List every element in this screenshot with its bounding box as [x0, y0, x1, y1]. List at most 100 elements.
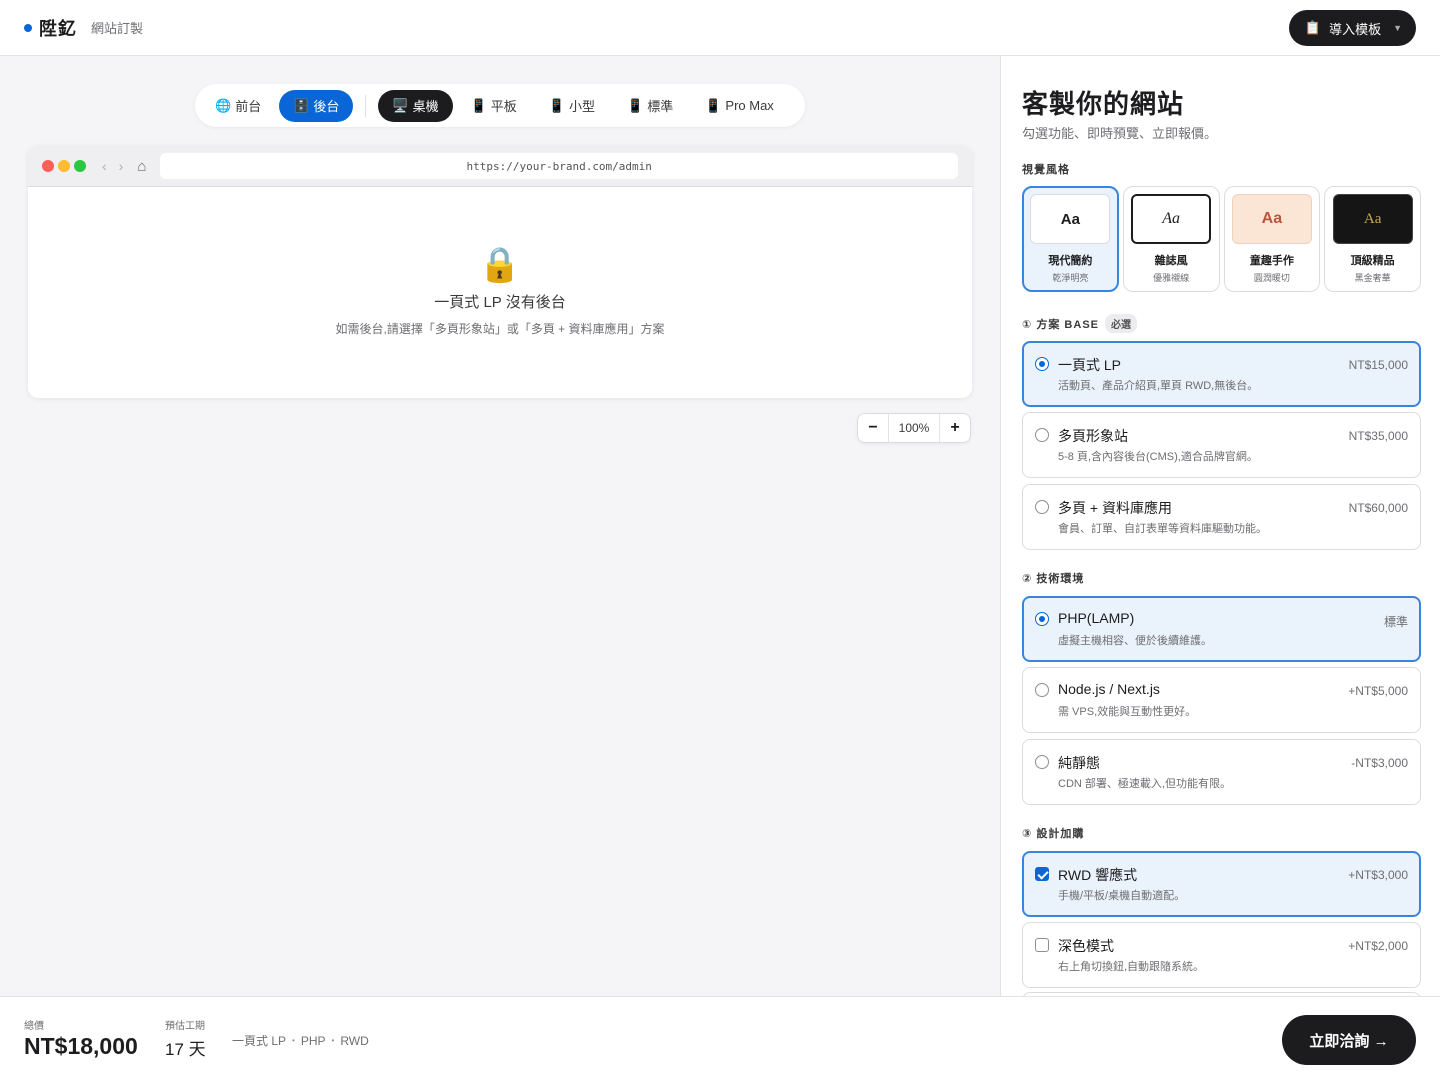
- option-desc: CDN 部署、極速載入,但功能有限。: [1058, 778, 1231, 790]
- style-desc: 黑金奢華: [1354, 273, 1391, 283]
- option-desc: 右上角切換鈕,自動跟隨系統。: [1058, 961, 1205, 973]
- base-section-label: ① 方案 BASE 必選: [1022, 314, 1137, 333]
- back-icon: ‹: [102, 158, 107, 174]
- device-tablet[interactable]: 📱 平板: [457, 90, 531, 122]
- device-pro-max-label: Pro Max: [725, 98, 774, 113]
- device-switcher: 🌐 前台 🗄️ 後台 🖥️ 桌機 📱 平板 📱 小型 📱 標準 📱 Pro Ma…: [195, 84, 805, 127]
- option-name: 多頁 + 資料庫應用: [1058, 500, 1172, 516]
- plan-option-database[interactable]: 多頁 + 資料庫應用 會員、訂單、自訂表單等資料庫驅動功能。 NT$60,000: [1022, 484, 1421, 550]
- brand-dot-icon: [24, 23, 32, 32]
- radio-button[interactable]: [1035, 428, 1049, 442]
- option-price: +NT$3,000: [1348, 868, 1408, 882]
- duration-value: 17 天: [165, 1040, 206, 1059]
- browser-mockup: ‹ › ⌂ https://your-brand.com/admin 🔒 一頁式…: [28, 146, 972, 398]
- device-desktop-label: 桌機: [412, 99, 439, 114]
- style-card-luxury[interactable]: Aa 頂級精品 黑金奢華: [1324, 186, 1422, 292]
- mobile-icon: 📱: [627, 97, 644, 113]
- tech-option-php[interactable]: PHP(LAMP) 虛擬主機相容、便於後續維護。 標準: [1022, 596, 1421, 662]
- option-name: 純靜態: [1058, 755, 1100, 771]
- summary-separator: •: [331, 1036, 335, 1045]
- style-name: 現代簡約: [1048, 255, 1093, 267]
- tab-backend-label: 後台: [313, 99, 340, 114]
- style-picker: Aa 現代簡約 乾淨明亮 Aa 雜誌風 優雅襯線 Aa 童趣手作 圓潤暖切 Aa…: [1022, 186, 1422, 292]
- option-name: Node.js / Next.js: [1058, 681, 1160, 697]
- tech-option-static[interactable]: 純靜態 CDN 部署、極速載入,但功能有限。 -NT$3,000: [1022, 739, 1421, 805]
- device-small[interactable]: 📱 小型: [535, 90, 609, 122]
- browser-chrome: ‹ › ⌂ https://your-brand.com/admin: [28, 146, 972, 187]
- tech-section-title: ② 技術環境: [1022, 573, 1085, 585]
- summary-item: PHP: [300, 1033, 326, 1048]
- required-badge: 必選: [1105, 314, 1137, 333]
- device-small-label: 小型: [569, 99, 596, 114]
- summary-separator: •: [292, 1036, 295, 1045]
- mobile-icon: 📱: [548, 97, 565, 113]
- style-desc: 優雅襯線: [1153, 273, 1190, 283]
- option-name: 深色模式: [1058, 938, 1114, 954]
- brand-name[interactable]: 陞釔: [39, 15, 77, 41]
- radio-button[interactable]: [1035, 755, 1049, 769]
- style-desc: 圓潤暖切: [1253, 273, 1290, 283]
- tab-frontend-label: 前台: [235, 99, 262, 114]
- import-template-button[interactable]: 📋 導入模板 ▼: [1288, 10, 1416, 46]
- plan-option-multipage[interactable]: 多頁形象站 5-8 頁,含內容後台(CMS),適合品牌官網。 NT$35,000: [1022, 412, 1421, 478]
- radio-button[interactable]: [1035, 357, 1049, 371]
- lock-icon: 🔒: [478, 246, 522, 284]
- home-icon: ⌂: [137, 157, 147, 175]
- summary-item: RWD: [340, 1033, 369, 1048]
- desktop-icon: 🖥️: [392, 97, 409, 113]
- radio-button[interactable]: [1035, 500, 1049, 514]
- design-section-label: ③ 設計加購: [1022, 825, 1084, 841]
- contact-now-button[interactable]: 立即洽詢 →: [1282, 1015, 1416, 1065]
- option-price: NT$15,000: [1348, 358, 1408, 372]
- preview-area: 🌐 前台 🗄️ 後台 🖥️ 桌機 📱 平板 📱 小型 📱 標準 📱 Pro Ma…: [0, 56, 1000, 996]
- config-panel[interactable]: 客製你的網站 勾選功能、即時預覽、立即報價。 視覺風格 Aa 現代簡約 乾淨明亮…: [1000, 56, 1440, 996]
- radio-button[interactable]: [1035, 683, 1049, 697]
- device-desktop[interactable]: 🖥️ 桌機: [378, 89, 453, 122]
- panel-title: 客製你的網站: [1022, 89, 1185, 119]
- device-standard[interactable]: 📱 標準: [613, 90, 687, 122]
- checkbox[interactable]: [1035, 867, 1049, 881]
- tech-section-label: ② 技術環境: [1022, 570, 1084, 586]
- tab-frontend[interactable]: 🌐 前台: [201, 90, 275, 122]
- duration-label: 預估工期: [165, 1021, 205, 1032]
- option-price: 標準: [1383, 615, 1408, 629]
- plan-option-lp[interactable]: 一頁式 LP 活動頁、產品介紹頁,單頁 RWD,無後台。 NT$15,000: [1022, 341, 1421, 407]
- option-price: +NT$5,000: [1348, 684, 1408, 698]
- radio-button[interactable]: [1035, 612, 1049, 626]
- style-card-playful[interactable]: Aa 童趣手作 圓潤暖切: [1223, 186, 1321, 292]
- globe-icon: 🌐: [215, 97, 232, 113]
- zoom-level: 100%: [888, 414, 940, 442]
- style-card-modern[interactable]: Aa 現代簡約 乾淨明亮: [1022, 186, 1119, 292]
- forward-icon: ›: [118, 158, 124, 174]
- style-section-label: 視覺風格: [1022, 161, 1070, 177]
- tech-option-node[interactable]: Node.js / Next.js 需 VPS,效能與互動性更好。 +NT$5,…: [1022, 667, 1421, 733]
- brand-subtitle: 網站訂製: [91, 21, 144, 36]
- minimize-dot-icon: [58, 160, 70, 172]
- checkbox[interactable]: [1035, 938, 1049, 952]
- empty-state-description: 如需後台,請選擇「多頁形象站」或「多頁 + 資料庫應用」方案: [335, 322, 665, 336]
- option-name: 一頁式 LP: [1058, 357, 1122, 373]
- style-name: 頂級精品: [1350, 255, 1395, 267]
- addon-option-rwd[interactable]: RWD 響應式 手機/平板/桌機自動適配。 +NT$3,000: [1022, 851, 1421, 917]
- style-desc: 乾淨明亮: [1052, 273, 1089, 283]
- option-price: +NT$2,000: [1348, 939, 1408, 953]
- mobile-icon: 📱: [705, 97, 722, 113]
- option-desc: 需 VPS,效能與互動性更好。: [1058, 706, 1197, 718]
- style-card-magazine[interactable]: Aa 雜誌風 優雅襯線: [1122, 186, 1220, 292]
- zoom-control: − 100% +: [857, 413, 971, 443]
- option-name: RWD 響應式: [1058, 867, 1138, 883]
- zoom-out-button[interactable]: −: [858, 414, 888, 442]
- zoom-in-button[interactable]: +: [940, 414, 970, 442]
- base-section-title: ① 方案 BASE: [1022, 318, 1099, 331]
- style-section-title: 視覺風格: [1022, 164, 1070, 176]
- addon-option-dark-mode[interactable]: 深色模式 右上角切換鈕,自動跟隨系統。 +NT$2,000: [1022, 922, 1421, 988]
- tab-backend[interactable]: 🗄️ 後台: [279, 89, 354, 122]
- close-dot-icon: [42, 160, 54, 172]
- option-desc: 手機/平板/桌機自動適配。: [1058, 890, 1186, 902]
- mobile-icon: 📱: [470, 97, 487, 113]
- database-icon: 🗄️: [293, 97, 310, 113]
- selection-summary: 一頁式 LP • PHP • RWD: [232, 1032, 369, 1049]
- top-bar: 陞釔 網站訂製 📋 導入模板 ▼: [0, 0, 1440, 56]
- maximize-dot-icon: [74, 160, 86, 172]
- device-pro-max[interactable]: 📱 Pro Max: [691, 90, 788, 122]
